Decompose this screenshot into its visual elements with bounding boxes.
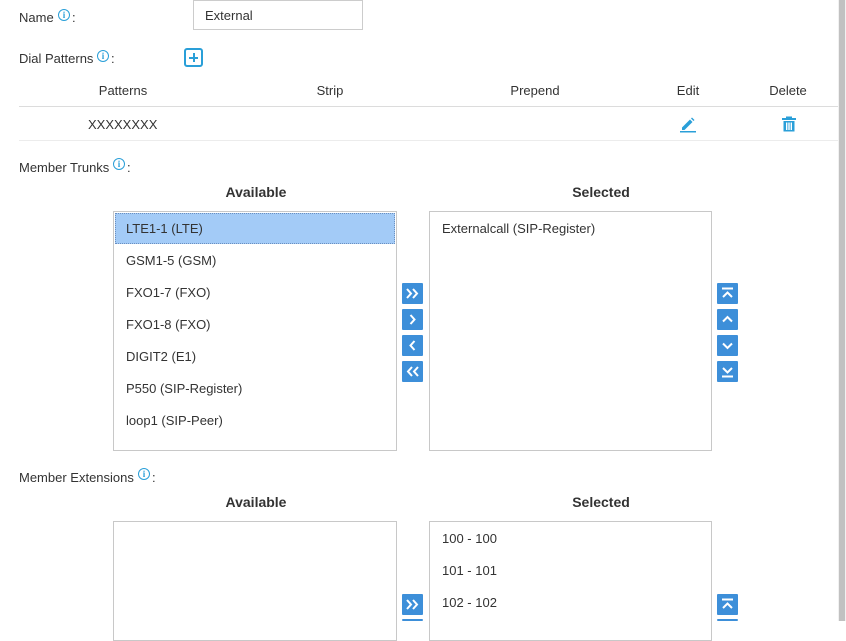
chevron-right-icon: [409, 314, 416, 325]
trunks-selected-header: Selected: [572, 184, 630, 200]
scrollbar-thumb[interactable]: [839, 0, 845, 621]
column-header-edit: Edit: [676, 83, 700, 98]
move-right-button[interactable]: [402, 309, 423, 330]
name-colon: :: [72, 10, 76, 25]
move-to-top-icon: [722, 598, 733, 609]
column-header-prepend: Prepend: [510, 83, 560, 98]
list-item[interactable]: P550 (SIP-Register): [115, 373, 395, 404]
double-chevron-left-icon: [406, 366, 419, 377]
extensions-available-header: Available: [225, 494, 287, 510]
chevron-down-icon: [722, 342, 733, 350]
move-top-button[interactable]: [717, 283, 738, 304]
list-item[interactable]: LTE1-1 (LTE): [115, 213, 395, 244]
move-to-bottom-icon: [722, 367, 733, 378]
move-all-right-button[interactable]: [402, 283, 423, 304]
edit-button[interactable]: [679, 115, 697, 133]
move-top-button[interactable]: [717, 594, 738, 615]
chevron-up-icon: [722, 315, 733, 323]
list-item[interactable]: 102 - 102: [431, 587, 710, 618]
name-input[interactable]: [193, 0, 363, 30]
name-label: Name: [19, 10, 54, 25]
move-down-button[interactable]: [717, 335, 738, 356]
member-trunks-colon: :: [127, 160, 131, 175]
info-icon[interactable]: i: [97, 50, 109, 62]
list-item[interactable]: FXO1-7 (FXO): [115, 277, 395, 308]
trash-icon: [782, 116, 796, 132]
column-header-strip: Strip: [316, 83, 344, 98]
move-left-button[interactable]: [402, 335, 423, 356]
move-all-left-button[interactable]: [402, 361, 423, 382]
member-extensions-label: Member Extensions: [19, 470, 134, 485]
move-all-right-button[interactable]: [402, 594, 423, 615]
trunks-selected-list[interactable]: Externalcall (SIP-Register): [429, 211, 712, 451]
member-trunks-label: Member Trunks: [19, 160, 110, 175]
list-item[interactable]: DIGIT2 (E1): [115, 341, 395, 372]
double-chevron-right-icon: [406, 288, 419, 299]
trunks-available-header: Available: [225, 184, 287, 200]
dial-patterns-colon: :: [111, 51, 115, 66]
info-icon[interactable]: i: [138, 468, 150, 480]
add-pattern-button[interactable]: [184, 48, 203, 67]
table-row-divider: [19, 140, 838, 141]
pattern-cell: XXXXXXXX: [88, 117, 158, 132]
info-icon[interactable]: i: [113, 158, 125, 170]
chevron-left-icon: [409, 340, 416, 351]
extensions-selected-header: Selected: [572, 494, 630, 510]
double-chevron-right-icon: [406, 599, 419, 610]
delete-button[interactable]: [780, 115, 798, 133]
info-icon[interactable]: i: [58, 9, 70, 21]
extensions-selected-list[interactable]: 100 - 100 101 - 101 102 - 102: [429, 521, 712, 641]
column-header-delete: Delete: [769, 83, 807, 98]
list-item[interactable]: FXO1-8 (FXO): [115, 309, 395, 340]
pencil-icon: [680, 117, 696, 133]
move-up-button[interactable]: [717, 309, 738, 330]
table-header-divider: [19, 106, 838, 107]
extensions-available-list[interactable]: [113, 521, 397, 641]
list-item[interactable]: GSM1-5 (GSM): [115, 245, 395, 276]
list-item[interactable]: 100 - 100: [431, 523, 710, 554]
list-item[interactable]: Externalcall (SIP-Register): [431, 213, 710, 244]
move-bottom-button[interactable]: [717, 361, 738, 382]
move-to-top-icon: [722, 287, 733, 298]
column-header-patterns: Patterns: [98, 83, 148, 98]
list-item[interactable]: loop1 (SIP-Peer): [115, 405, 395, 436]
dial-patterns-label: Dial Patterns: [19, 51, 94, 66]
trunks-available-list[interactable]: LTE1-1 (LTE) GSM1-5 (GSM) FXO1-7 (FXO) F…: [113, 211, 397, 451]
list-item[interactable]: 101 - 101: [431, 555, 710, 586]
member-extensions-colon: :: [152, 470, 156, 485]
